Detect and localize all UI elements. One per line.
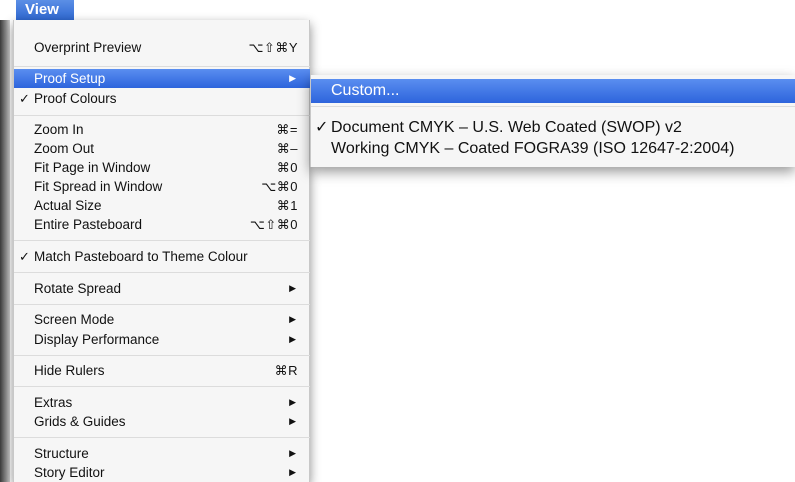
checkmark-icon: ✓ — [19, 91, 30, 106]
menu-item-shortcut: ⌘1 — [276, 198, 298, 213]
menu-item-label: Actual Size — [34, 198, 102, 213]
submenu-arrow-icon: ▶ — [289, 283, 296, 293]
menu-item-structure[interactable]: Structure ▶ — [14, 444, 310, 463]
menu-item-extras[interactable]: Extras ▶ — [14, 393, 310, 412]
menu-item-screen-mode[interactable]: Screen Mode ▶ — [14, 310, 310, 329]
menu-item-zoom-out[interactable]: Zoom Out ⌘– — [14, 139, 310, 158]
menu-item-label: Proof Colours — [34, 91, 117, 106]
menu-item-label: Story Editor — [34, 465, 105, 480]
menu-item-label: Structure — [34, 446, 89, 461]
menu-item-shortcut: ⌘= — [276, 122, 298, 137]
menu-item-shortcut: ⌘0 — [276, 160, 298, 175]
submenu-item-custom[interactable]: Custom... — [311, 79, 795, 103]
menu-separator — [14, 115, 310, 116]
menu-item-fit-page-in-window[interactable]: Fit Page in Window ⌘0 — [14, 158, 310, 177]
menu-separator — [14, 386, 310, 387]
menu-item-hide-rulers[interactable]: Hide Rulers ⌘R — [14, 361, 310, 380]
menu-item-grids-guides[interactable]: Grids & Guides ▶ — [14, 412, 310, 431]
submenu-item-working-cmyk[interactable]: Working CMYK – Coated FOGRA39 (ISO 12647… — [311, 137, 795, 161]
menu-item-rotate-spread[interactable]: Rotate Spread ▶ — [14, 279, 310, 298]
menu-item-label: Screen Mode — [34, 312, 115, 327]
menu-separator — [14, 272, 310, 273]
menu-item-shortcut: ⌥⇧⌘0 — [249, 217, 298, 232]
menu-item-zoom-in[interactable]: Zoom In ⌘= — [14, 120, 310, 139]
menu-item-proof-colours[interactable]: ✓ Proof Colours — [14, 89, 310, 108]
menu-item-label: Display Performance — [34, 332, 160, 347]
menu-separator — [14, 240, 310, 241]
menu-item-label: Overprint Preview — [34, 40, 142, 55]
screen: View Overprint Preview ⌥⇧⌘Y Proof Setup … — [0, 0, 795, 482]
submenu-arrow-icon: ▶ — [289, 467, 296, 477]
view-menu: Overprint Preview ⌥⇧⌘Y Proof Setup ▶ ✓ P… — [13, 20, 310, 482]
menu-item-actual-size[interactable]: Actual Size ⌘1 — [14, 196, 310, 215]
menu-item-shortcut: ⌥⇧⌘Y — [248, 40, 298, 55]
menu-item-label: Zoom In — [34, 122, 84, 137]
menu-item-display-performance[interactable]: Display Performance ▶ — [14, 330, 310, 349]
menu-item-fit-spread-in-window[interactable]: Fit Spread in Window ⌥⌘0 — [14, 177, 310, 196]
submenu-arrow-icon: ▶ — [289, 73, 296, 83]
submenu-item-label: Working CMYK – Coated FOGRA39 (ISO 12647… — [331, 140, 735, 157]
submenu-arrow-icon: ▶ — [289, 448, 296, 458]
menu-item-shortcut: ⌘R — [274, 363, 298, 378]
menu-item-label: Entire Pasteboard — [34, 217, 143, 232]
menu-item-label: Extras — [34, 395, 73, 410]
menu-item-label: Match Pasteboard to Theme Colour — [34, 249, 248, 264]
menu-separator — [14, 66, 310, 67]
menu-item-label: Fit Spread in Window — [34, 179, 163, 194]
submenu-arrow-icon: ▶ — [289, 314, 296, 324]
menu-item-entire-pasteboard[interactable]: Entire Pasteboard ⌥⇧⌘0 — [14, 215, 310, 234]
window-left-edge — [0, 20, 10, 482]
menu-item-story-editor[interactable]: Story Editor ▶ — [14, 463, 310, 482]
view-menu-title[interactable]: View — [16, 0, 74, 20]
menu-item-match-pasteboard[interactable]: ✓ Match Pasteboard to Theme Colour — [14, 247, 310, 266]
checkmark-icon: ✓ — [19, 249, 30, 264]
menu-separator — [14, 304, 310, 305]
menu-item-label: Hide Rulers — [34, 363, 105, 378]
menu-item-label: Zoom Out — [34, 141, 95, 156]
submenu-separator — [311, 106, 795, 107]
menu-item-label: Fit Page in Window — [34, 160, 151, 175]
submenu-item-label: Custom... — [331, 82, 400, 99]
submenu-arrow-icon: ▶ — [289, 397, 296, 407]
submenu-arrow-icon: ▶ — [289, 416, 296, 426]
menu-item-label: Proof Setup — [34, 71, 106, 86]
menu-item-shortcut: ⌘– — [276, 141, 298, 156]
menu-item-proof-setup[interactable]: Proof Setup ▶ — [14, 69, 310, 88]
menu-separator — [14, 437, 310, 438]
menu-item-shortcut: ⌥⌘0 — [261, 179, 298, 194]
submenu-arrow-icon: ▶ — [289, 334, 296, 344]
menu-separator — [14, 355, 310, 356]
menu-item-label: Rotate Spread — [34, 281, 122, 296]
menu-item-label: Grids & Guides — [34, 414, 126, 429]
menu-item-overprint-preview[interactable]: Overprint Preview ⌥⇧⌘Y — [14, 38, 310, 57]
proof-setup-submenu: Custom... ✓ Document CMYK – U.S. Web Coa… — [310, 75, 795, 167]
